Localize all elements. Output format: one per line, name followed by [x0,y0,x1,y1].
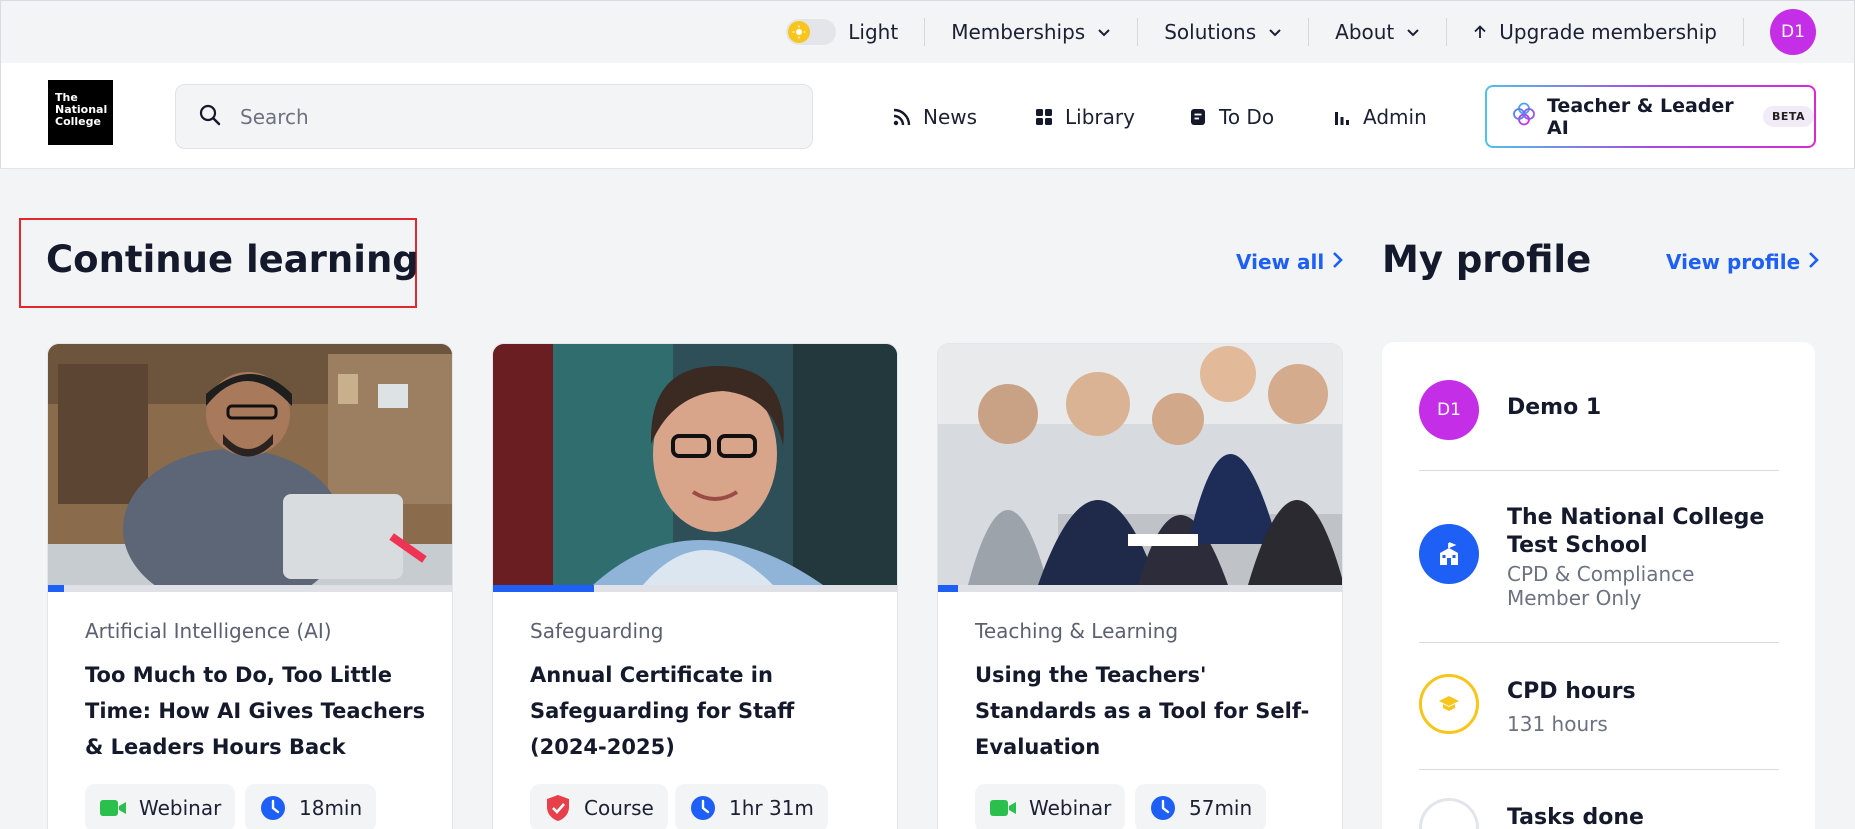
shield-check-icon [544,794,572,822]
card-type-label: Webinar [139,796,222,820]
view-profile-label: View profile [1666,250,1801,274]
profile-avatar: D1 [1419,380,1479,440]
profile-school-name: The National College Test School [1507,505,1765,558]
my-profile-title: My profile [1382,238,1592,281]
tasks-done-label: Tasks done [1507,805,1644,829]
memberships-label: Memberships [951,20,1086,44]
sun-icon [788,21,811,43]
profile-school-row[interactable]: The National College Test School CPD & C… [1419,504,1779,610]
divider [1419,470,1779,471]
search-input[interactable] [240,104,760,129]
chevron-right-icon [1808,250,1820,274]
card-duration-label: 18min [299,796,363,820]
rss-icon [893,108,911,126]
theme-switch[interactable] [786,19,837,45]
bar-chart-icon [1333,108,1351,126]
school-icon [1419,524,1479,584]
nav-admin[interactable]: Admin [1333,84,1427,149]
ai-flower-icon [1511,101,1537,132]
upgrade-membership-link[interactable]: Upgrade membership [1447,18,1744,46]
card-duration-chip: 18min [245,784,377,829]
nav-admin-label: Admin [1363,104,1427,129]
card-duration-chip: 57min [1135,784,1267,829]
view-all-label: View all [1236,250,1325,274]
card-type-chip: Webinar [85,784,236,829]
tasks-progress-icon [1419,798,1479,829]
search-box[interactable] [175,84,813,149]
card-type-chip: Course [530,784,668,829]
nav-library[interactable]: Library [1035,84,1135,149]
view-profile-link[interactable]: View profile [1666,250,1820,274]
chevron-right-icon [1332,250,1344,274]
card-duration-chip: 1hr 31m [675,784,828,829]
teacher-leader-ai-button[interactable]: Teacher & Leader AI BETA [1485,85,1816,148]
card-progress-bar [48,585,452,592]
clock-icon [689,794,717,822]
card-duration-label: 1hr 31m [729,796,814,820]
todo-icon [1189,108,1207,126]
about-label: About [1335,20,1395,44]
card-thumbnail-woman-glasses [493,344,897,585]
course-card[interactable]: Safeguarding Annual Certificate in Safeg… [492,343,898,829]
grid-icon [1035,108,1053,126]
video-camera-icon [99,794,127,822]
nav-news[interactable]: News [893,84,977,149]
card-progress-bar [938,585,1342,592]
solutions-label: Solutions [1164,20,1257,44]
upgrade-label: Upgrade membership [1499,20,1717,44]
chevron-down-icon [1268,25,1282,39]
memberships-menu[interactable]: Memberships [925,18,1139,46]
beta-badge: BETA [1762,106,1814,127]
card-title[interactable]: Annual Certificate in Safeguarding for S… [530,657,875,765]
card-thumbnail-meeting [938,344,1342,585]
course-card[interactable]: Teaching & Learning Using the Teachers' … [937,343,1343,829]
divider [1419,769,1779,770]
nav-todo[interactable]: To Do [1189,84,1274,149]
profile-card: D1 Demo 1 The National College Test Scho… [1382,342,1815,829]
chevron-down-icon [1406,25,1420,39]
cpd-hours-label: CPD hours [1507,679,1636,704]
card-type-label: Webinar [1029,796,1112,820]
utility-bar: Light Memberships Solutions About Upgrad… [0,0,1855,63]
national-college-logo[interactable]: The National College [48,80,113,145]
card-progress-bar [493,585,897,592]
continue-learning-title: Continue learning [46,238,419,281]
logo-line: College [55,115,101,128]
clock-icon [1149,794,1177,822]
theme-label: Light [848,20,899,44]
nav-library-label: Library [1065,104,1135,129]
nav-todo-label: To Do [1219,104,1275,129]
video-camera-icon [989,794,1017,822]
about-menu[interactable]: About [1309,18,1448,46]
card-type-chip: Webinar [975,784,1126,829]
profile-cpd-row[interactable]: CPD hours 131 hours [1419,674,1779,738]
course-card[interactable]: Artificial Intelligence (AI) Too Much to… [47,343,453,829]
solutions-menu[interactable]: Solutions [1138,18,1310,46]
card-title[interactable]: Too Much to Do, Too Little Time: How AI … [85,657,430,765]
clock-icon [259,794,287,822]
card-duration-label: 57min [1189,796,1253,820]
card-type-label: Course [584,796,654,820]
user-avatar-button[interactable]: D1 [1770,9,1816,55]
profile-tasks-row[interactable]: Tasks done [1419,798,1779,829]
profile-user-name: Demo 1 [1507,395,1602,420]
profile-user-row[interactable]: D1 Demo 1 [1419,380,1779,440]
nav-news-label: News [923,104,978,129]
graduation-cap-icon [1419,674,1479,734]
theme-toggle[interactable]: Light [760,18,926,46]
card-category: Safeguarding [530,619,664,643]
chevron-down-icon [1097,25,1111,39]
card-category: Teaching & Learning [975,619,1179,643]
profile-school-membership: CPD & Compliance Member Only [1507,562,1695,610]
divider [1419,642,1779,643]
card-title[interactable]: Using the Teachers' Standards as a Tool … [975,657,1320,765]
card-category: Artificial Intelligence (AI) [85,619,332,643]
main-header: The National College News Library To Do … [0,63,1855,169]
arrow-up-icon [1473,25,1487,39]
ai-button-label: Teacher & Leader AI [1547,94,1734,139]
card-thumbnail-man-laptop [48,344,452,585]
view-all-link[interactable]: View all [1236,250,1344,274]
cpd-hours-value: 131 hours [1507,712,1608,736]
search-icon [198,103,222,131]
